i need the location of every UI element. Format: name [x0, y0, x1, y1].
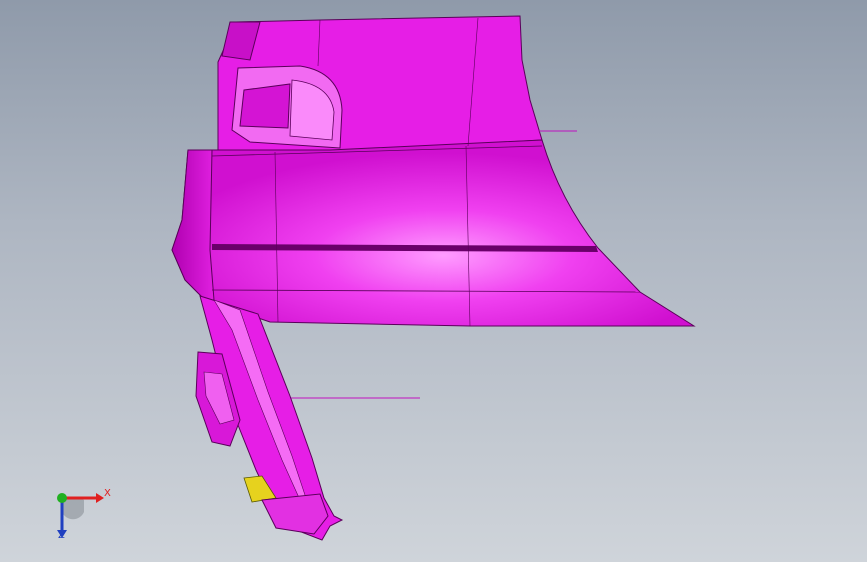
bumper-3d-model[interactable]: [0, 0, 867, 562]
x-axis-label: X: [104, 488, 111, 499]
cad-viewport[interactable]: X Z: [0, 0, 867, 562]
z-axis-label: Z: [58, 530, 65, 541]
bumper-side: [171, 149, 215, 301]
bumper-main-body: [171, 139, 696, 327]
y-axis-dot: [57, 493, 67, 503]
lamp-inner: [239, 83, 291, 129]
